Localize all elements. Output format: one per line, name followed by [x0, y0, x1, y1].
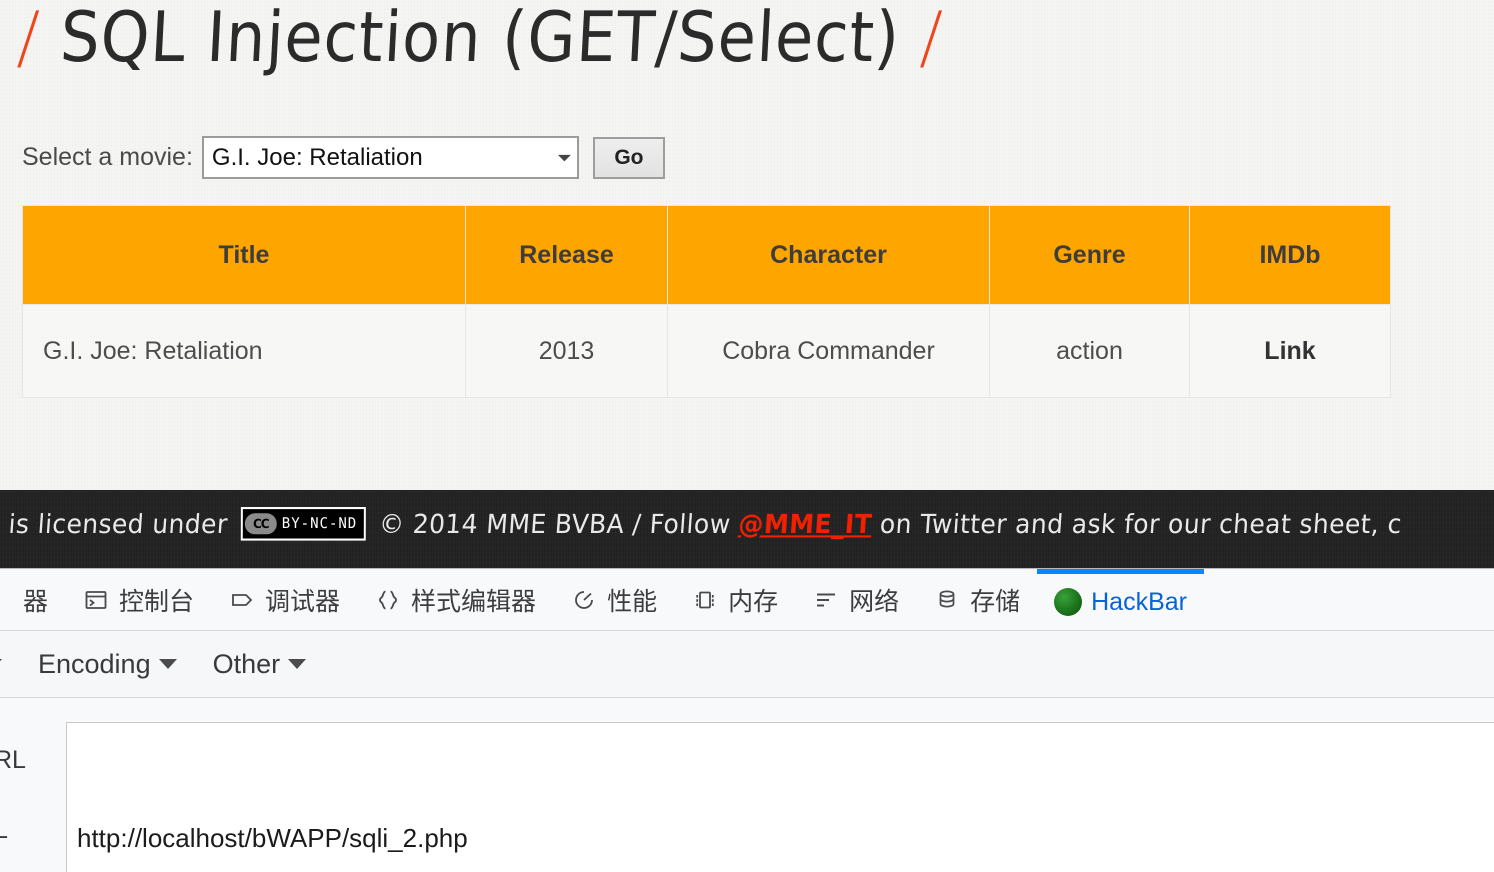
- devtools-tab-label: HackBar: [1091, 587, 1187, 616]
- cc-icon: CC: [244, 513, 277, 535]
- footer-copyright-text: © 2014 MME BVBA / Follow: [378, 508, 732, 540]
- site-footer: P is licensed under CC BY-NC-ND © 2014 M…: [0, 490, 1494, 568]
- hackbar-menu-label: Encoding: [38, 648, 151, 679]
- title-slash-right: /: [918, 0, 945, 78]
- browser-window: / SQL Injection (GET/Select) / Select a …: [0, 0, 1494, 872]
- cc-terms-label: BY-NC-ND: [281, 515, 358, 533]
- movie-results-table: Title Release Character Genre IMDb G.I. …: [22, 205, 1391, 398]
- page-title-text: SQL Injection (GET/Select): [58, 0, 903, 78]
- footer-text: P is licensed under CC BY-NC-ND © 2014 M…: [0, 507, 1407, 541]
- bwapp-page: / SQL Injection (GET/Select) / Select a …: [0, 0, 1494, 490]
- footer-license-text: P is licensed under: [0, 508, 229, 540]
- cell-genre: action: [989, 304, 1190, 398]
- console-icon: [82, 586, 110, 614]
- chevron-down-icon: [288, 659, 307, 669]
- memory-icon: [691, 586, 719, 614]
- devtools-tab-debugger[interactable]: 调试器: [211, 569, 357, 630]
- devtools-tab-label: 网络: [849, 587, 900, 616]
- devtools-tab-label: 内存: [728, 587, 779, 616]
- cell-title: G.I. Joe: Retaliation: [22, 304, 466, 398]
- storage-icon: [933, 586, 961, 614]
- creative-commons-badge: CC BY-NC-ND: [240, 507, 367, 541]
- movie-select-form: Select a movie: G.I. Joe: Retaliation ▾ …: [22, 136, 665, 179]
- twitter-link[interactable]: @MME_IT: [738, 509, 874, 539]
- url-field-label: RL: [0, 746, 26, 774]
- column-header-character: Character: [667, 205, 990, 305]
- devtools-tab-performance[interactable]: 性能: [553, 569, 674, 630]
- table-header-row: Title Release Character Genre IMDb: [22, 205, 1391, 305]
- column-header-imdb: IMDb: [1189, 205, 1391, 305]
- go-button[interactable]: Go: [592, 136, 665, 179]
- devtools-tab-hackbar[interactable]: HackBar: [1037, 569, 1204, 630]
- page-title: / SQL Injection (GET/Select) /: [16, 0, 945, 78]
- title-slash-left: /: [15, 0, 42, 78]
- column-header-genre: Genre: [989, 205, 1190, 305]
- devtools-tab-memory[interactable]: 内存: [674, 569, 795, 630]
- movie-select-input[interactable]: G.I. Joe: Retaliation ▾: [201, 136, 579, 179]
- footer-tail-text: on Twitter and ask for our cheat sheet, …: [879, 508, 1403, 540]
- hackbar-menu-other[interactable]: Other: [195, 649, 325, 680]
- column-header-title: Title: [22, 205, 466, 305]
- debugger-icon: [228, 586, 256, 614]
- url-line-1: http://localhost/bWAPP/sqli_2.php: [77, 817, 1494, 859]
- hackbar-menu-label: Other: [212, 648, 281, 679]
- select-movie-label: Select a movie:: [22, 143, 193, 171]
- devtools-panel: 器 控制台 调试器 样式编辑器 性能 内存 网络 存储 HackBar Enco…: [0, 568, 1494, 872]
- devtools-tab-inspector[interactable]: 器: [0, 569, 65, 630]
- column-header-release: Release: [465, 205, 668, 305]
- url-line-text: http://localhost/bWAPP/sqli_2.php: [77, 823, 468, 853]
- hackbar-body: RL L http://localhost/bWAPP/sqli_2.php ?…: [0, 698, 1494, 872]
- devtools-tab-label: 存储: [970, 587, 1021, 616]
- devtools-tab-network[interactable]: 网络: [795, 569, 916, 630]
- style-editor-icon: [374, 586, 402, 614]
- movie-select-value: G.I. Joe: Retaliation: [211, 143, 423, 171]
- chevron-down-icon: [158, 659, 177, 669]
- table-row: G.I. Joe: Retaliation 2013 Cobra Command…: [22, 304, 1391, 398]
- hackbar-menu-cutoff[interactable]: [0, 659, 20, 669]
- hackbar-icon: [1054, 588, 1083, 616]
- cell-release: 2013: [465, 304, 668, 398]
- hackbar-toolbar: Encoding Other: [0, 631, 1494, 698]
- url-input[interactable]: http://localhost/bWAPP/sqli_2.php ?movie…: [66, 722, 1494, 872]
- chevron-down-icon: [0, 659, 2, 669]
- devtools-tab-label: 器: [23, 587, 49, 616]
- cell-imdb-link[interactable]: Link: [1189, 304, 1391, 398]
- devtools-tab-label: 调试器: [265, 587, 341, 616]
- hackbar-menu-encoding[interactable]: Encoding: [20, 649, 195, 680]
- devtools-tab-console[interactable]: 控制台: [65, 569, 211, 630]
- devtools-tab-style-editor[interactable]: 样式编辑器: [357, 569, 553, 630]
- devtools-tab-storage[interactable]: 存储: [916, 569, 1037, 630]
- performance-icon: [570, 586, 598, 614]
- chevron-down-icon: ▾: [558, 150, 572, 165]
- inspector-icon: [0, 586, 14, 614]
- devtools-tab-label: 性能: [607, 587, 658, 616]
- network-icon: [812, 586, 840, 614]
- devtools-tab-label: 控制台: [119, 587, 195, 616]
- devtools-tab-label: 样式编辑器: [411, 587, 537, 616]
- cell-character: Cobra Commander: [667, 304, 990, 398]
- devtools-tabbar: 器 控制台 调试器 样式编辑器 性能 内存 网络 存储 HackBar: [0, 569, 1494, 631]
- post-field-label: L: [0, 816, 8, 844]
